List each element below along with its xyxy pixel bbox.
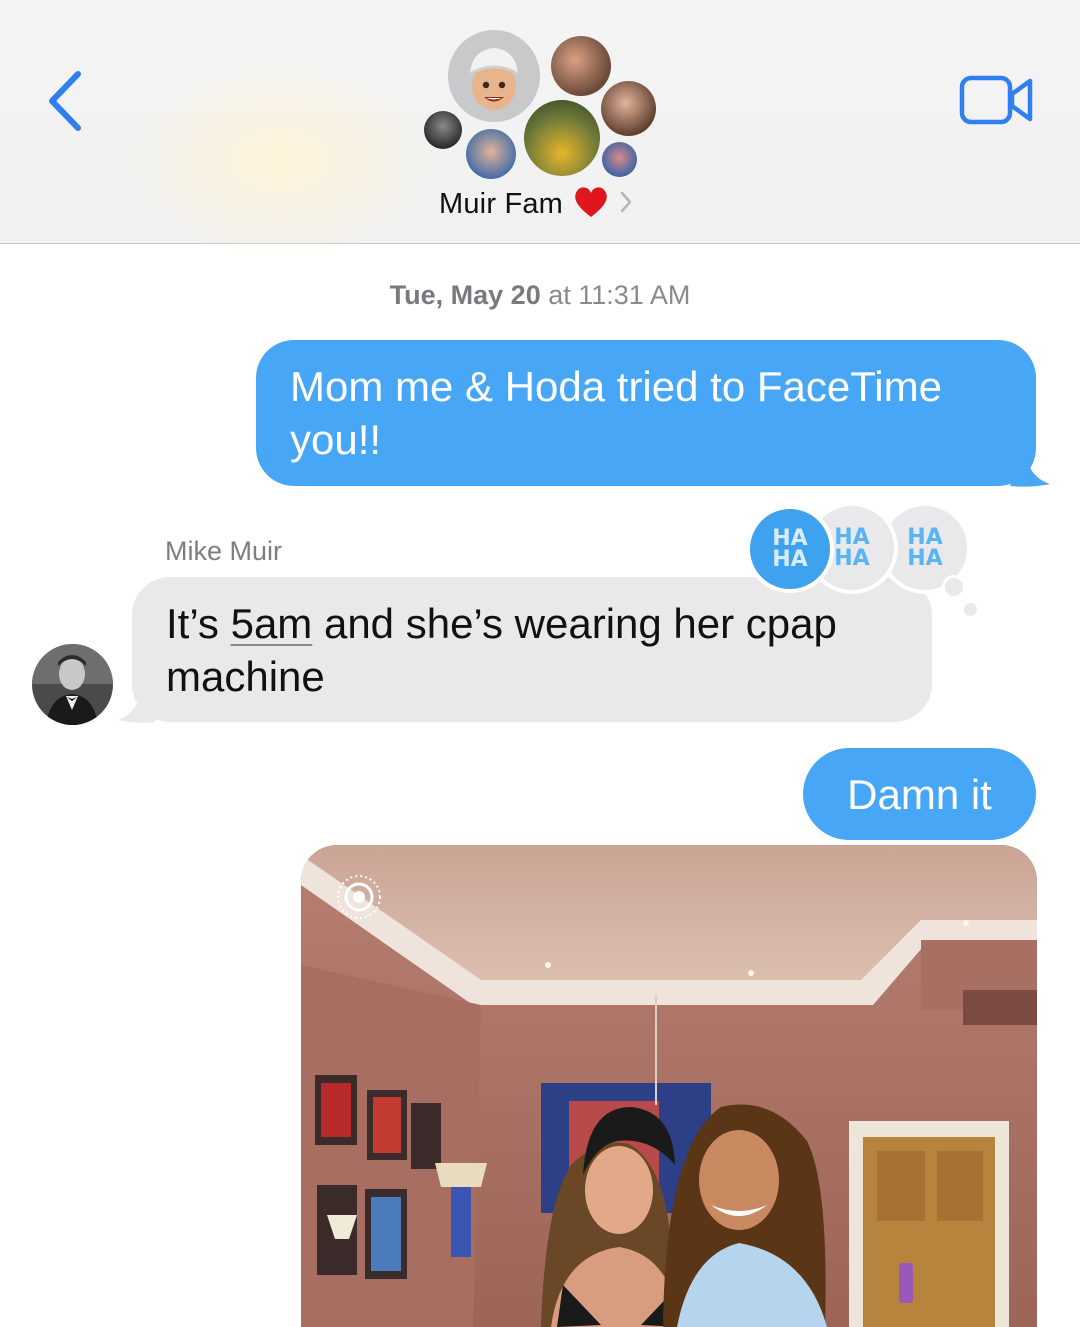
tapback-bubble-dot	[964, 603, 977, 616]
conversation-header: Muir Fam	[0, 0, 1080, 260]
contact-avatar	[424, 111, 462, 149]
contact-avatar	[551, 36, 611, 96]
incoming-message-bubble[interactable]: It’s 5am and she’s wearing her cpap mach…	[132, 577, 932, 722]
time-link[interactable]: 5am	[231, 600, 313, 647]
haha-tapback-selected[interactable]: HA HA	[746, 505, 834, 593]
photo-attachment[interactable]	[301, 845, 1037, 1327]
tapback-bubble-dot	[942, 575, 966, 599]
heart-emoji	[573, 185, 609, 224]
contact-avatar	[524, 100, 600, 176]
sender-avatar[interactable]	[32, 644, 113, 725]
facetime-video-button[interactable]	[958, 72, 1036, 128]
contact-avatar	[466, 129, 516, 179]
bubble-tail	[118, 690, 156, 723]
bubble-tail	[1010, 452, 1050, 487]
contact-avatar	[601, 81, 656, 136]
memoji-avatar	[448, 30, 540, 122]
chevron-left-icon	[49, 71, 81, 131]
message-timestamp: Tue, May 20 at 11:31 AM	[389, 280, 691, 310]
group-title[interactable]: Muir Fam	[439, 184, 633, 224]
outgoing-message-bubble[interactable]: Mom me & Hoda tried to FaceTime you!!	[256, 340, 1036, 486]
group-name: Muir Fam	[439, 187, 564, 220]
room-photo	[301, 845, 1037, 1327]
live-photo-icon[interactable]	[335, 873, 383, 921]
back-button[interactable]	[40, 68, 90, 134]
video-camera-icon	[959, 75, 1033, 125]
outgoing-message-bubble[interactable]: Damn it	[803, 748, 1036, 840]
chevron-right-icon	[619, 190, 633, 219]
contact-avatar	[602, 142, 637, 177]
sender-name: Mike Muir	[165, 536, 283, 566]
